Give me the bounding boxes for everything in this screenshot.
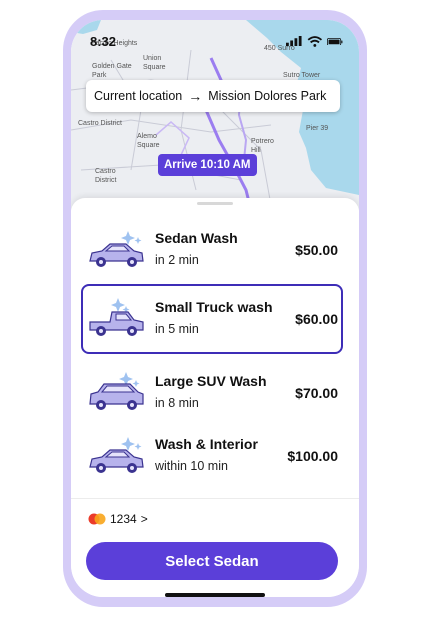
arrow-right-icon: → [188, 88, 203, 104]
map-label-golden-gate-park: Golden Gate Park [92, 63, 132, 79]
status-icons [286, 36, 343, 47]
car-icon [89, 437, 144, 473]
option-name: Wash & Interior [155, 436, 258, 452]
phone-screen: Pacific Heights Golden Gate Park Union S… [71, 20, 359, 597]
option-eta: in 5 min [155, 322, 199, 336]
select-ride-button[interactable]: Select Sedan [86, 542, 338, 580]
option-large-suv-wash[interactable]: Large SUV Wash in 8 min $70.00 [81, 358, 343, 428]
map-label-castro-district-top: Castro District [78, 120, 122, 127]
route-card[interactable]: Current location → Mission Dolores Park [86, 80, 340, 112]
status-bar: 8:32 [71, 20, 359, 54]
option-price: $100.00 [287, 448, 338, 464]
divider [71, 498, 359, 499]
route-destination: Mission Dolores Park [208, 89, 327, 103]
wifi-icon [307, 36, 322, 47]
route-origin: Current location [94, 89, 183, 103]
map-view[interactable]: Pacific Heights Golden Gate Park Union S… [71, 20, 359, 210]
signal-icon [286, 36, 302, 47]
option-eta: within 10 min [155, 459, 228, 473]
option-wash-and-interior[interactable]: Wash & Interior within 10 min $100.00 [81, 421, 343, 491]
map-label-pier-39: Pier 39 [306, 125, 329, 132]
option-small-truck-wash[interactable]: Small Truck wash in 5 min $60.00 [81, 284, 343, 354]
option-name: Sedan Wash [155, 230, 238, 246]
map-label-union-square: Union Square [143, 55, 166, 71]
option-eta: in 8 min [155, 396, 199, 410]
map-label-alemo-square: Alemo Square [137, 133, 160, 149]
phone-frame: Pacific Heights Golden Gate Park Union S… [63, 10, 367, 607]
map-label-castro-district: Castro District [95, 168, 117, 184]
car-icon [89, 231, 144, 267]
option-price: $70.00 [295, 385, 338, 401]
arrival-time-badge: Arrive 10:10 AM [158, 154, 257, 176]
card-last4: 1234 [110, 512, 137, 526]
sheet-grabber[interactable] [197, 202, 233, 205]
status-time: 8:32 [90, 34, 117, 49]
battery-icon [327, 37, 343, 46]
map-label-potrero-hill: Potrero Hill [251, 138, 274, 154]
option-name: Large SUV Wash [155, 373, 267, 389]
chevron-right-icon: > [140, 512, 148, 526]
option-eta: in 2 min [155, 253, 199, 267]
map-label-sutro-tower: Sutro Tower [283, 72, 321, 79]
ride-options-sheet: Sedan Wash in 2 min $50.00 Small Truck w… [71, 198, 359, 597]
option-sedan-wash[interactable]: Sedan Wash in 2 min $50.00 [81, 215, 343, 285]
option-name: Small Truck wash [155, 299, 273, 315]
mastercard-icon [88, 513, 106, 525]
truck-icon [89, 298, 144, 336]
payment-method[interactable]: 1234 > [88, 512, 148, 526]
option-price: $60.00 [295, 311, 338, 327]
suv-icon [89, 372, 144, 410]
option-price: $50.00 [295, 242, 338, 258]
home-indicator [165, 593, 265, 597]
